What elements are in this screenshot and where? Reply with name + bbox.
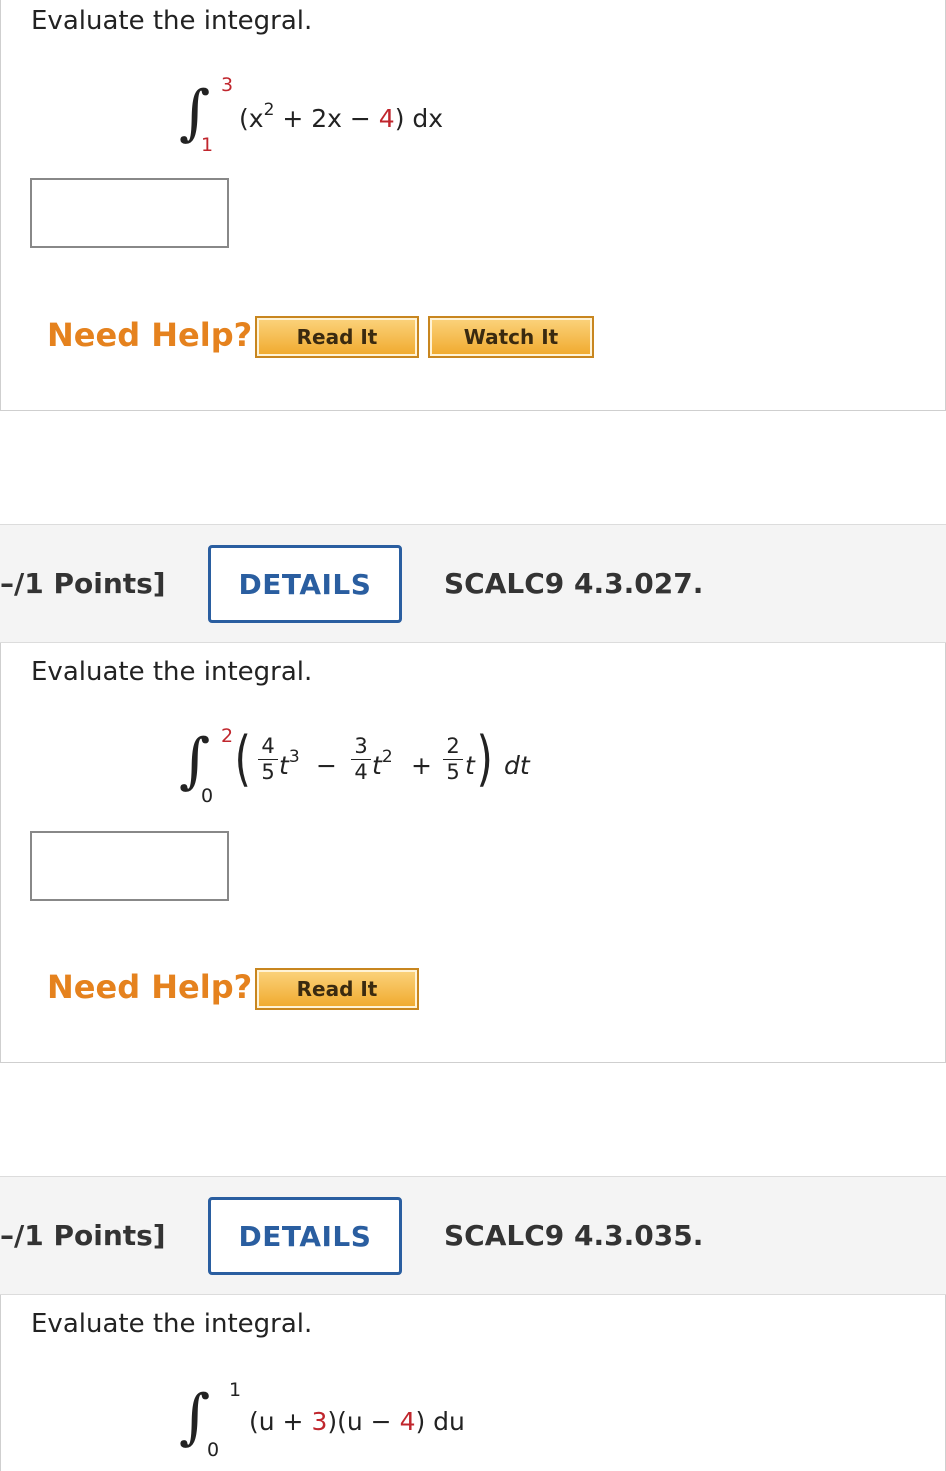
exponent: 2 (263, 100, 275, 120)
term: t3 (279, 747, 300, 780)
integrand-constant: 3 (311, 1407, 328, 1436)
question-panel-2: Evaluate the integral. ∫ 2 0 ( 45 t3 − 3… (0, 643, 946, 1063)
lower-limit: 1 (201, 134, 214, 156)
term: t2 (372, 747, 393, 780)
numerator: 3 (354, 734, 368, 758)
question-code: SCALC9 4.3.027. (444, 567, 704, 600)
differential: dt (504, 751, 530, 780)
answer-input[interactable] (30, 831, 229, 901)
question-header-3: –/1 Points] DETAILS SCALC9 4.3.035. (0, 1176, 946, 1295)
question-header-2: –/1 Points] DETAILS SCALC9 4.3.027. (0, 524, 946, 643)
need-help-label: Need Help? (47, 316, 253, 354)
integrand-part: + 2x − (274, 104, 379, 133)
upper-limit: 3 (221, 74, 234, 96)
read-it-button[interactable]: Read It (255, 968, 419, 1010)
integrand-constant: 4 (378, 104, 395, 133)
left-paren: ( (234, 724, 251, 794)
integrand-part: (u + (249, 1407, 312, 1436)
denominator: 4 (354, 760, 368, 784)
points-label: –/1 Points] (0, 1219, 166, 1252)
lower-limit: 0 (201, 785, 214, 807)
upper-limit: 2 (221, 725, 234, 747)
question-panel-1: Evaluate the integral. ∫ 3 1 (x2 + 2x − … (0, 0, 946, 411)
question-prompt: Evaluate the integral. (31, 657, 313, 687)
variable: t (465, 751, 475, 780)
numerator: 4 (261, 734, 275, 758)
integrand: (u + 3)(u − 4) du (249, 1407, 465, 1436)
watch-it-button[interactable]: Watch It (428, 316, 594, 358)
points-label: –/1 Points] (0, 567, 166, 600)
exponent: 3 (288, 747, 300, 767)
read-it-button[interactable]: Read It (255, 316, 419, 358)
need-help-label: Need Help? (47, 968, 253, 1006)
fraction: 34 (351, 736, 371, 783)
integrand-part: ) dx (394, 104, 444, 133)
integrand-part: ) du (415, 1407, 465, 1436)
exponent: 2 (381, 747, 393, 767)
fraction: 45 (258, 736, 278, 783)
lower-limit: 0 (207, 1439, 220, 1461)
fraction: 25 (443, 736, 463, 783)
question-prompt: Evaluate the integral. (31, 6, 313, 36)
details-button[interactable]: DETAILS (208, 545, 402, 623)
answer-input[interactable] (30, 178, 229, 248)
integrand-part: (x (239, 104, 264, 133)
integral-sign-icon: ∫ (179, 726, 211, 796)
operator: − (316, 751, 337, 780)
integrand: (x2 + 2x − 4) dx (239, 100, 444, 133)
denominator: 5 (446, 760, 460, 784)
integrand-part: )(u − (327, 1407, 400, 1436)
variable: t (279, 751, 289, 780)
integral-sign-icon: ∫ (179, 1382, 211, 1452)
question-code: SCALC9 4.3.035. (444, 1219, 704, 1252)
upper-limit: 1 (229, 1379, 242, 1401)
question-panel-3: Evaluate the integral. ∫ 1 0 (u + 3)(u −… (0, 1295, 946, 1471)
question-prompt: Evaluate the integral. (31, 1309, 313, 1339)
numerator: 2 (446, 734, 460, 758)
integrand-constant: 4 (399, 1407, 416, 1436)
right-paren: ) (476, 724, 493, 794)
details-button[interactable]: DETAILS (208, 1197, 402, 1275)
operator: + (411, 751, 432, 780)
denominator: 5 (261, 760, 275, 784)
variable: t (372, 751, 382, 780)
